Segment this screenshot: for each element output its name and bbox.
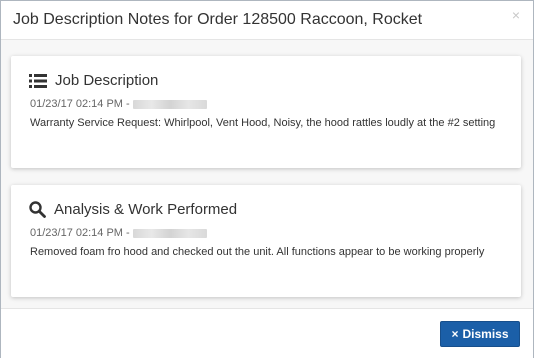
- dismiss-label: Dismiss: [462, 327, 509, 341]
- job-notes-modal: Job Description Notes for Order 128500 R…: [0, 0, 534, 358]
- analysis-card: Analysis & Work Performed 01/23/17 02:14…: [11, 185, 521, 297]
- card-heading: Analysis & Work Performed: [54, 201, 238, 218]
- search-icon: [29, 201, 46, 218]
- note-text: Removed foam fro hood and checked out th…: [30, 246, 485, 258]
- note-meta: 01/23/17 02:14 PM -: [30, 227, 207, 239]
- modal-footer: × Dismiss: [1, 308, 533, 358]
- note-meta: 01/23/17 02:14 PM -: [30, 98, 207, 110]
- card-title-row: Job Description: [29, 72, 158, 89]
- modal-header: Job Description Notes for Order 128500 R…: [1, 1, 533, 40]
- redacted-author: [132, 99, 207, 109]
- close-icon: ×: [451, 327, 459, 341]
- card-heading: Job Description: [55, 72, 159, 89]
- card-title-row: Analysis & Work Performed: [29, 201, 237, 218]
- list-icon: [29, 73, 47, 88]
- redacted-author: [132, 228, 207, 238]
- job-description-card: Job Description 01/23/17 02:14 PM - Warr…: [11, 56, 521, 168]
- modal-body: Job Description 01/23/17 02:14 PM - Warr…: [1, 40, 533, 308]
- dismiss-button[interactable]: × Dismiss: [440, 321, 520, 347]
- close-icon[interactable]: ×: [512, 8, 520, 22]
- note-timestamp: 01/23/17 02:14 PM -: [30, 227, 130, 239]
- note-timestamp: 01/23/17 02:14 PM -: [30, 98, 130, 110]
- note-text: Warranty Service Request: Whirlpool, Ven…: [30, 117, 496, 129]
- modal-title: Job Description Notes for Order 128500 R…: [13, 11, 423, 28]
